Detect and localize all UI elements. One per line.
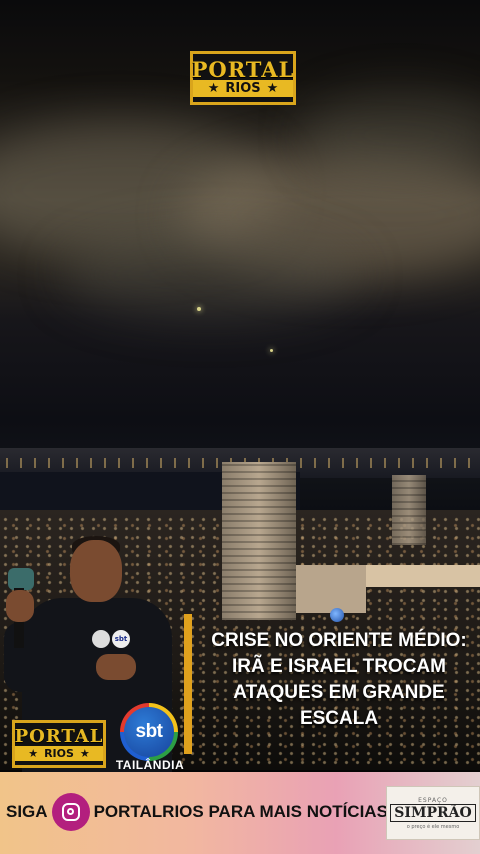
video-frame: PORTAL ★ RIOS ★ sbt CRISE NO ORIENTE MÉD… <box>0 0 480 854</box>
sbt-logo: sbt <box>120 703 178 761</box>
missile-light <box>197 307 201 311</box>
star-icon: ★ <box>266 81 279 96</box>
headline-line: ESCALA <box>299 708 379 729</box>
cloud <box>60 230 360 320</box>
building <box>392 475 426 545</box>
headline: CRISE NO ORIENTE MÉDIO: IRÃ E ISRAEL TRO… <box>198 628 480 732</box>
headline-accent-bar <box>184 614 192 754</box>
sponsor-sub: o preço é ele mesmo <box>406 823 460 830</box>
building <box>296 565 366 613</box>
sbt-badge: sbt <box>112 630 130 648</box>
logo-subtitle: RIOS <box>225 81 261 96</box>
headline-line: IRÃ E ISRAEL TROCAM <box>232 656 446 677</box>
headline-line: ATAQUES EM GRANDE <box>233 682 445 703</box>
star-icon: ★ <box>28 746 39 760</box>
logo-subtitle: RIOS <box>44 746 74 760</box>
shirt-badge <box>92 630 110 648</box>
logo-title: PORTAL <box>14 725 104 747</box>
building <box>366 565 480 587</box>
affiliate-label: TAILÂNDIA <box>115 758 185 772</box>
follow-cta: SIGA PORTALRIOS PARA MAIS NOTÍCIAS <box>6 793 388 831</box>
microphone <box>8 568 34 590</box>
sbt-logo-text: sbt <box>124 707 174 757</box>
sponsor-name: SIMPRÃO <box>390 803 476 822</box>
star-icon: ★ <box>207 81 220 96</box>
star-icon: ★ <box>79 746 90 760</box>
instagram-icon[interactable] <box>51 793 90 831</box>
follow-prefix: SIGA <box>6 802 48 821</box>
headline-line: CRISE NO ORIENTE MÉDIO: <box>211 630 467 651</box>
tall-building <box>222 462 296 620</box>
logo-title: PORTAL <box>191 57 295 82</box>
sponsor-logo: ESPAÇO SIMPRÃO o preço é ele mesmo <box>386 786 480 840</box>
missile-light <box>270 349 273 352</box>
globe-icon <box>330 608 344 622</box>
sponsor-top: ESPAÇO <box>418 796 448 804</box>
portal-rios-logo-small: PORTAL ★ RIOS ★ <box>12 720 106 768</box>
follow-handle: PORTALRIOS PARA MAIS NOTÍCIAS <box>93 802 388 821</box>
badge-text: sbt <box>114 635 128 643</box>
portal-rios-logo: PORTAL ★ RIOS ★ <box>190 51 296 105</box>
